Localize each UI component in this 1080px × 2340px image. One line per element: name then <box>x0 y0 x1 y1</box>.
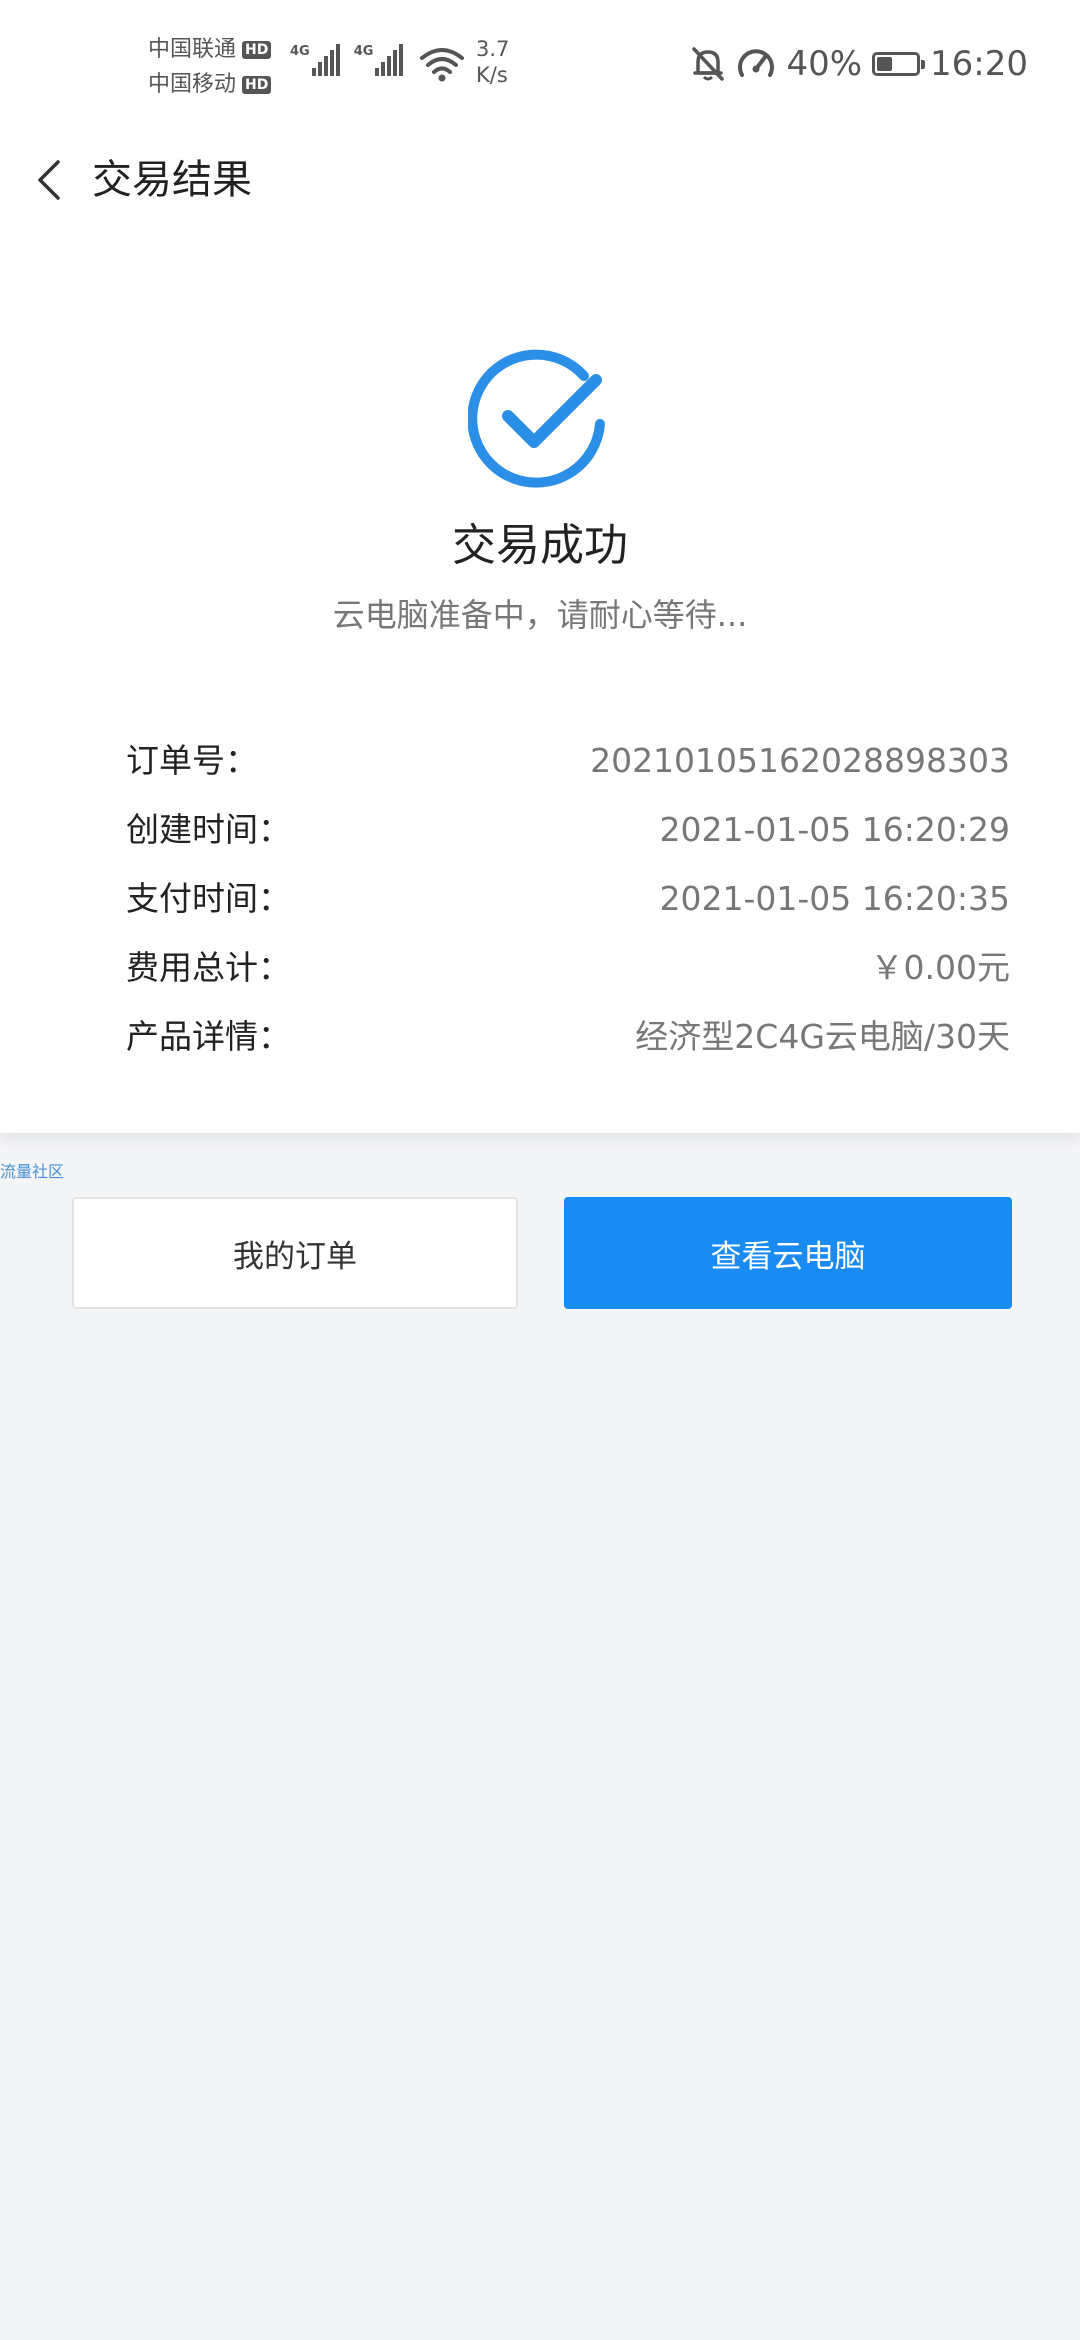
battery-icon <box>872 52 926 76</box>
order-details: 订单号： 20210105162028898303 创建时间： 2021-01-… <box>126 734 1010 1079</box>
network-type-1: 4G <box>290 44 310 59</box>
net-speed-value: 3.7 <box>476 37 510 61</box>
detail-row-created-time: 创建时间： 2021-01-05 16:20:29 <box>126 803 1010 872</box>
signal-icon-1: 4G <box>290 44 340 76</box>
signal-indicators: 4G 4G <box>290 44 404 76</box>
detail-value: 2021-01-05 16:20:29 <box>659 810 1010 849</box>
signal-icon-2: 4G <box>354 44 404 76</box>
result-title: 交易成功 <box>452 520 628 571</box>
detail-row-paid-time: 支付时间： 2021-01-05 16:20:35 <box>126 872 1010 941</box>
status-bar: 中国联通 HD 中国移动 HD 4G 4G 3.7 K/s 40% 16:20 <box>0 0 1080 130</box>
detail-label: 产品详情： <box>126 1017 291 1056</box>
carrier-name-2: 中国移动 <box>148 72 237 97</box>
detail-value: ￥0.00元 <box>870 948 1010 987</box>
bell-off-icon <box>692 47 725 81</box>
detail-row-order-number: 订单号： 20210105162028898303 <box>126 734 1010 803</box>
detail-row-total-cost: 费用总计： ￥0.00元 <box>126 941 1010 1010</box>
nav-header: 交易结果 <box>0 140 1080 220</box>
carrier-name-1: 中国联通 <box>148 37 237 62</box>
hd-badge-1: HD <box>242 40 272 59</box>
carrier-info: 中国联通 HD 中国移动 HD <box>148 32 272 102</box>
detail-label: 订单号： <box>126 741 258 780</box>
speedometer-icon <box>738 49 775 77</box>
detail-label: 支付时间： <box>126 879 291 918</box>
result-subtitle: 云电脑准备中，请耐心等待... <box>332 596 748 634</box>
back-button[interactable] <box>18 150 78 210</box>
watermark: 流量社区 <box>0 1162 65 1181</box>
clock: 16:20 <box>930 44 1028 84</box>
status-right: 40% 16:20 <box>690 44 1028 84</box>
detail-label: 费用总计： <box>126 948 291 987</box>
check-circle-icon <box>468 349 605 488</box>
battery-percent: 40% <box>786 44 863 84</box>
net-speed-unit: K/s <box>476 63 508 87</box>
page-title: 交易结果 <box>92 157 252 203</box>
detail-label: 创建时间： <box>126 810 291 849</box>
view-cloud-pc-button[interactable]: 查看云电脑 <box>564 1197 1012 1309</box>
hd-badge-2: HD <box>242 75 272 94</box>
my-orders-button[interactable]: 我的订单 <box>72 1197 518 1309</box>
net-speed: 3.7 K/s <box>476 36 509 88</box>
network-type-2: 4G <box>353 44 374 59</box>
detail-row-product: 产品详情： 经济型2C4G云电脑/30天 <box>126 1010 1010 1079</box>
detail-value: 20210105162028898303 <box>590 741 1010 780</box>
wifi-icon <box>420 48 464 82</box>
detail-value: 2021-01-05 16:20:35 <box>659 879 1010 918</box>
detail-value: 经济型2C4G云电脑/30天 <box>635 1017 1010 1056</box>
chevron-left-icon <box>38 160 60 200</box>
